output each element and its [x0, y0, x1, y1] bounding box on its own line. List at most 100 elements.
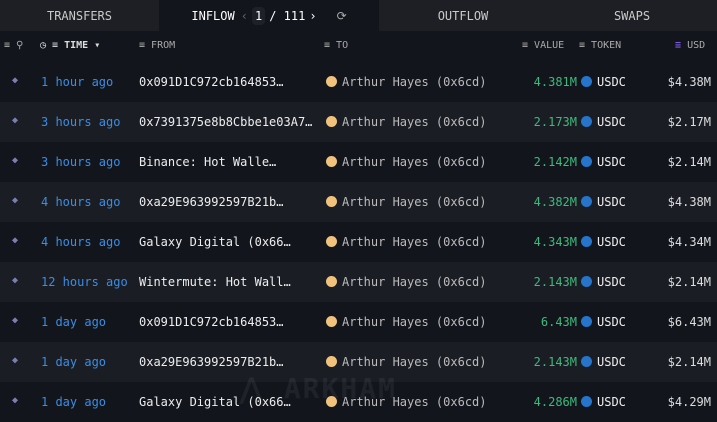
from-address[interactable]: 0xa29E963992597B21b…: [139, 355, 284, 369]
from-address[interactable]: 0x091D1C972cb164853…: [139, 75, 284, 89]
token[interactable]: USDC: [581, 275, 626, 289]
time-column-header[interactable]: ◷ ≡ TIME ▾: [40, 40, 100, 51]
time-link[interactable]: 3 hours ago: [41, 115, 120, 129]
token[interactable]: USDC: [581, 395, 626, 409]
to-label: Arthur Hayes (0x6cd): [342, 155, 487, 169]
from-address[interactable]: Wintermute: Hot Wall…: [139, 275, 291, 289]
usdc-icon: [581, 276, 592, 287]
from-header-label: FROM: [151, 40, 176, 51]
ethereum-icon: ◆: [12, 115, 19, 126]
usdc-icon: [581, 116, 592, 127]
value: 4.343M: [533, 235, 577, 249]
from-address[interactable]: 0xa29E963992597B21b…: [139, 195, 284, 209]
tab-transfers[interactable]: TRANSFERS: [0, 0, 159, 31]
filter-icon[interactable]: ≡ ⚲: [4, 40, 23, 51]
from-address[interactable]: 0x7391375e8b8Cbbe1e03A7…: [139, 115, 312, 129]
next-page-button[interactable]: ›: [309, 9, 316, 23]
usd-value: $2.14M: [667, 275, 711, 289]
from-address[interactable]: 0x091D1C972cb164853…: [139, 315, 284, 329]
from-column-header[interactable]: ≡ FROM: [139, 40, 175, 51]
to-label: Arthur Hayes (0x6cd): [342, 75, 487, 89]
usdc-icon: [581, 156, 592, 167]
table-row[interactable]: ◆ 4 hours ago 0xa29E963992597B21b… Arthu…: [0, 182, 717, 222]
token-label: USDC: [597, 395, 626, 409]
token[interactable]: USDC: [581, 155, 626, 169]
token-label: USDC: [597, 355, 626, 369]
time-link[interactable]: 12 hours ago: [41, 275, 128, 289]
to-label: Arthur Hayes (0x6cd): [342, 315, 487, 329]
refresh-icon[interactable]: ⟳: [337, 9, 347, 23]
time-link[interactable]: 4 hours ago: [41, 235, 120, 249]
table-row[interactable]: ◆ 3 hours ago 0x7391375e8b8Cbbe1e03A7… A…: [0, 102, 717, 142]
table-row[interactable]: ◆ 3 hours ago Binance: Hot Walle… Arthur…: [0, 142, 717, 182]
token-label: USDC: [597, 195, 626, 209]
token[interactable]: USDC: [581, 195, 626, 209]
arkham-watermark: ⋀ ARKHAM: [240, 372, 397, 405]
token-label: USDC: [597, 155, 626, 169]
entity-avatar-icon: [326, 236, 337, 247]
time-header-label: TIME: [64, 40, 89, 51]
to-entity[interactable]: Arthur Hayes (0x6cd): [326, 355, 487, 369]
to-label: Arthur Hayes (0x6cd): [342, 195, 487, 209]
to-entity[interactable]: Arthur Hayes (0x6cd): [326, 315, 487, 329]
token[interactable]: USDC: [581, 355, 626, 369]
to-entity[interactable]: Arthur Hayes (0x6cd): [326, 195, 487, 209]
ethereum-icon: ◆: [12, 75, 19, 86]
to-entity[interactable]: Arthur Hayes (0x6cd): [326, 235, 487, 249]
table-row[interactable]: ◆ 1 day ago 0x091D1C972cb164853… Arthur …: [0, 302, 717, 342]
usd-column-header[interactable]: ≡ USD: [675, 40, 705, 51]
ethereum-icon: ◆: [12, 195, 19, 206]
ethereum-icon: ◆: [12, 395, 19, 406]
to-column-header[interactable]: ≡ TO: [324, 40, 348, 51]
ethereum-icon: ◆: [12, 355, 19, 366]
from-address[interactable]: Galaxy Digital (0x66…: [139, 235, 291, 249]
token[interactable]: USDC: [581, 235, 626, 249]
entity-avatar-icon: [326, 356, 337, 367]
token[interactable]: USDC: [581, 75, 626, 89]
table-row[interactable]: ◆ 12 hours ago Wintermute: Hot Wall… Art…: [0, 262, 717, 302]
value: 4.286M: [533, 395, 577, 409]
token-header-label: TOKEN: [591, 40, 622, 51]
to-entity[interactable]: Arthur Hayes (0x6cd): [326, 115, 487, 129]
token-column-header[interactable]: ≡ TOKEN: [579, 40, 621, 51]
time-link[interactable]: 1 hour ago: [41, 75, 113, 89]
token[interactable]: USDC: [581, 115, 626, 129]
tab-bar: TRANSFERS INFLOW ‹ 1 / 111 › ⟳ OUTFLOW S…: [0, 0, 717, 31]
value: 2.142M: [533, 155, 577, 169]
usd-value: $2.17M: [667, 115, 711, 129]
tab-outflow[interactable]: OUTFLOW: [379, 0, 547, 31]
current-page[interactable]: 1: [251, 6, 266, 25]
to-label: Arthur Hayes (0x6cd): [342, 115, 487, 129]
usdc-icon: [581, 356, 592, 367]
tab-swaps[interactable]: SWAPS: [547, 0, 717, 31]
time-link[interactable]: 4 hours ago: [41, 195, 120, 209]
usd-header-label: USD: [687, 40, 706, 51]
entity-avatar-icon: [326, 196, 337, 207]
token-label: USDC: [597, 115, 626, 129]
from-address[interactable]: Binance: Hot Walle…: [139, 155, 276, 169]
to-entity[interactable]: Arthur Hayes (0x6cd): [326, 75, 487, 89]
table-row[interactable]: ◆ 1 hour ago 0x091D1C972cb164853… Arthur…: [0, 62, 717, 102]
value-column-header[interactable]: ≡ VALUE: [522, 40, 564, 51]
tab-inflow[interactable]: INFLOW ‹ 1 / 111 › ⟳: [159, 0, 379, 31]
time-link[interactable]: 3 hours ago: [41, 155, 120, 169]
usd-value: $4.29M: [667, 395, 711, 409]
token[interactable]: USDC: [581, 315, 626, 329]
to-entity[interactable]: Arthur Hayes (0x6cd): [326, 275, 487, 289]
time-link[interactable]: 1 day ago: [41, 315, 106, 329]
column-headers: ≡ ⚲ ◷ ≡ TIME ▾ ≡ FROM ≡ TO ≡ VALUE ≡ TOK…: [0, 31, 717, 61]
usd-value: $4.38M: [667, 195, 711, 209]
time-link[interactable]: 1 day ago: [41, 395, 106, 409]
ethereum-icon: ◆: [12, 275, 19, 286]
prev-page-button[interactable]: ‹: [241, 9, 248, 23]
usdc-icon: [581, 196, 592, 207]
ethereum-icon: ◆: [12, 315, 19, 326]
entity-avatar-icon: [326, 276, 337, 287]
usdc-icon: [581, 76, 592, 87]
total-pages: / 111: [269, 8, 306, 23]
usd-value: $2.14M: [667, 355, 711, 369]
table-row[interactable]: ◆ 4 hours ago Galaxy Digital (0x66… Arth…: [0, 222, 717, 262]
time-link[interactable]: 1 day ago: [41, 355, 106, 369]
usdc-icon: [581, 316, 592, 327]
to-entity[interactable]: Arthur Hayes (0x6cd): [326, 155, 487, 169]
